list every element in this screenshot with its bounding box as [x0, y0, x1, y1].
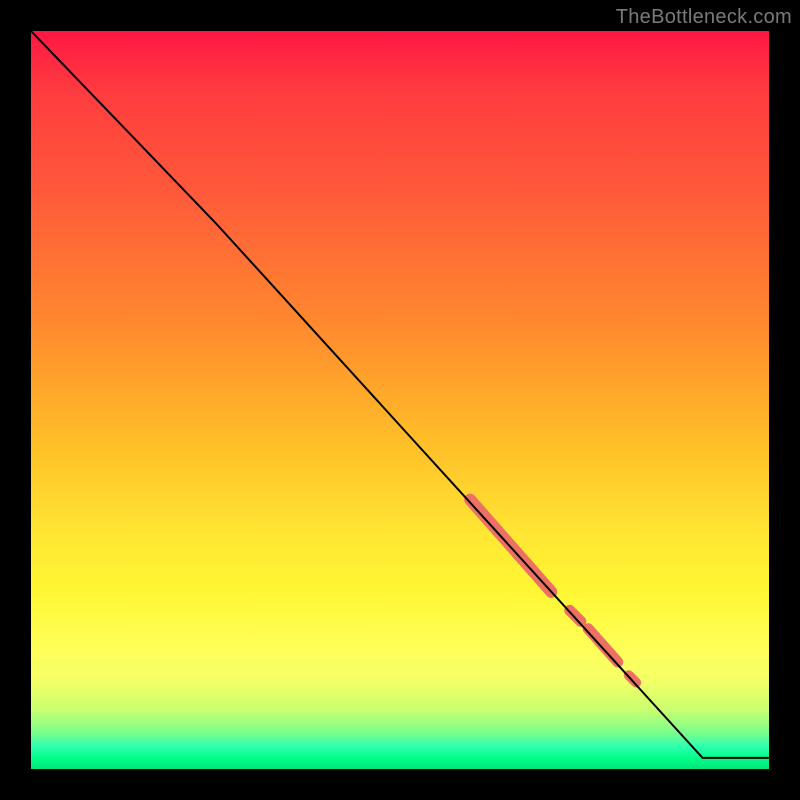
chart-plot-area	[31, 31, 769, 769]
highlight-segment-3	[629, 675, 636, 682]
highlight-segment-0	[470, 500, 551, 592]
highlight-segment-1	[570, 610, 581, 621]
watermark-text: TheBottleneck.com	[616, 6, 792, 29]
chart-line-layer	[31, 31, 769, 769]
highlight-segment-2	[588, 629, 618, 662]
chart-curve	[31, 31, 769, 758]
chart-stage: TheBottleneck.com	[0, 0, 800, 800]
highlight-group	[470, 500, 636, 683]
